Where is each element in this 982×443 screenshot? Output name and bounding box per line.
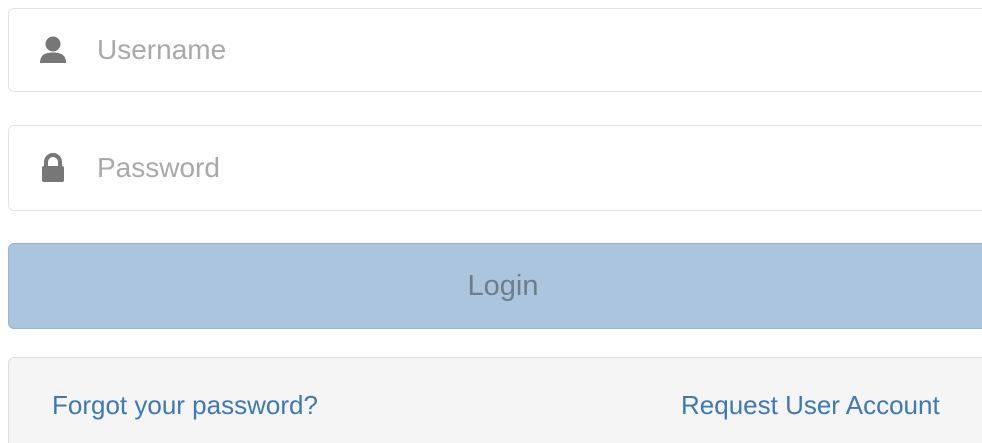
user-icon [37,35,69,67]
login-button[interactable]: Login [8,243,982,329]
login-footer: Forgot your password? Request User Accou… [8,357,982,443]
forgot-password-link[interactable]: Forgot your password? [52,390,318,421]
request-account-link[interactable]: Request User Account [681,390,940,421]
password-input[interactable] [97,126,977,210]
username-input[interactable] [97,9,977,91]
password-field[interactable] [8,125,982,211]
login-form: Login Forgot your password? Request User… [0,0,982,443]
lock-icon [37,152,69,184]
username-field[interactable] [8,8,982,92]
